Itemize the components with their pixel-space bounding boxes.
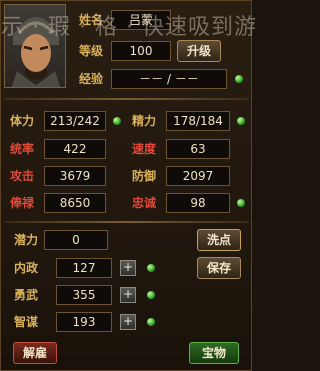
divider — [5, 221, 249, 223]
upgrade-button[interactable]: 升级 — [177, 40, 221, 62]
save-button[interactable]: 保存 — [197, 257, 241, 279]
intellect-label: 智谋 — [14, 315, 39, 329]
loyalty-indicator-icon — [237, 199, 245, 207]
exp-label: 经验 — [79, 72, 104, 86]
general-info-panel: 姓名 吕蒙 等级 100 升级 经验 －－ / －－ 体力 213/242 精力… — [0, 0, 256, 371]
command-label: 统率 — [10, 142, 35, 156]
reset-points-button[interactable]: 洗点 — [197, 229, 241, 251]
martial-label: 勇武 — [14, 288, 39, 302]
loyalty-field: 98 — [166, 193, 230, 213]
dismiss-button[interactable]: 解雇 — [13, 342, 57, 364]
hp-label: 体力 — [10, 114, 35, 128]
intellect-plus-button[interactable]: + — [120, 314, 136, 330]
martial-plus-button[interactable]: + — [120, 287, 136, 303]
martial-indicator-icon — [147, 291, 155, 299]
hp-indicator-icon — [113, 117, 121, 125]
politics-plus-button[interactable]: + — [120, 260, 136, 276]
potential-label: 潜力 — [14, 233, 39, 247]
command-field: 422 — [44, 139, 106, 159]
loyalty-label: 忠诚 — [132, 196, 157, 210]
politics-field: 127 — [56, 258, 112, 278]
intellect-field: 193 — [56, 312, 112, 332]
exp-indicator-icon — [235, 75, 243, 83]
politics-label: 内政 — [14, 261, 39, 275]
treasure-button[interactable]: 宝物 — [189, 342, 239, 364]
speed-field: 63 — [166, 139, 230, 159]
mp-indicator-icon — [237, 117, 245, 125]
potential-field: 0 — [44, 230, 108, 250]
level-field: 100 — [111, 41, 171, 61]
mp-label: 精力 — [132, 114, 157, 128]
hp-field: 213/242 — [44, 111, 106, 131]
politics-indicator-icon — [147, 264, 155, 272]
divider — [5, 98, 249, 100]
general-portrait — [4, 4, 66, 88]
speed-label: 速度 — [132, 142, 157, 156]
salary-label: 俸禄 — [10, 196, 35, 210]
exp-field: －－ / －－ — [111, 69, 227, 89]
portrait-image — [11, 17, 61, 87]
name-field: 吕蒙 — [111, 10, 171, 30]
attack-field: 3679 — [44, 166, 106, 186]
attack-label: 攻击 — [10, 169, 35, 183]
defense-label: 防御 — [132, 169, 157, 183]
martial-field: 355 — [56, 285, 112, 305]
salary-field: 8650 — [44, 193, 106, 213]
name-label: 姓名 — [79, 13, 104, 27]
mp-field: 178/184 — [166, 111, 230, 131]
defense-field: 2097 — [166, 166, 230, 186]
intellect-indicator-icon — [147, 318, 155, 326]
level-label: 等级 — [79, 44, 104, 58]
